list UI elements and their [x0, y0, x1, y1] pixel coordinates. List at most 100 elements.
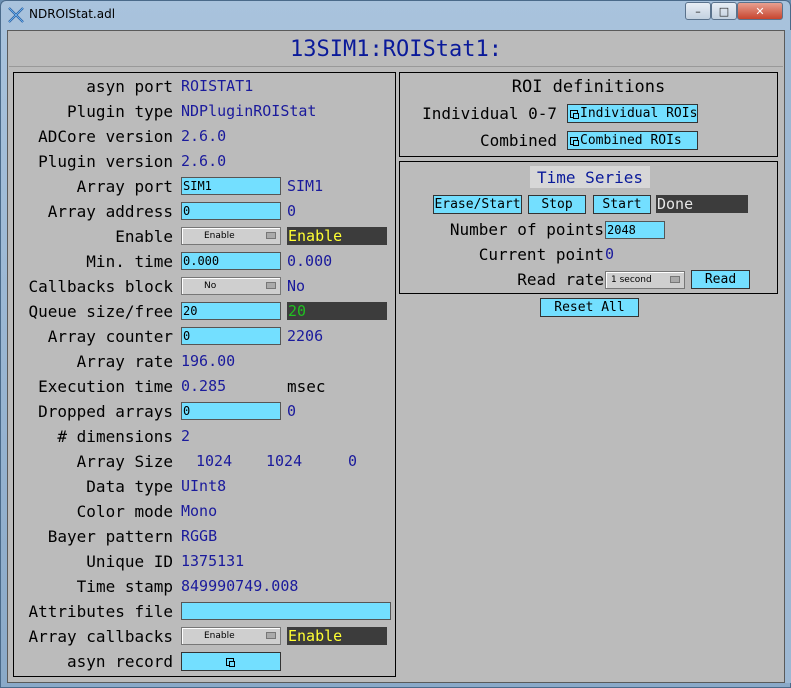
individual-rois-button[interactable]: Individual ROIs — [567, 104, 698, 123]
bayer-pattern-value: RGGB — [181, 527, 218, 545]
array-size-z: 0 — [348, 452, 358, 470]
plugin-version-value: 2.6.0 — [181, 152, 227, 170]
roi-definitions-panel: ROI definitions Individual 0-7 Individua… — [399, 72, 778, 157]
dropped-arrays-readback: 0 — [287, 402, 297, 420]
execution-time-value: 0.285 — [181, 377, 227, 395]
queue-size-input[interactable]: 20 — [181, 302, 281, 320]
plugin-info-panel: asyn port ROISTAT1 Plugin type NDPluginR… — [13, 72, 396, 677]
execution-time-unit: msec — [287, 377, 326, 396]
execution-time-label: Execution time — [38, 377, 173, 396]
array-counter-input[interactable]: 0 — [181, 327, 281, 345]
adcore-version-value: 2.6.0 — [181, 127, 227, 145]
queue-free-readback: 20 — [287, 302, 387, 320]
asyn-record-label: asyn record — [67, 652, 173, 671]
start-button[interactable]: Start — [593, 195, 651, 214]
array-callbacks-menu-value: Enable — [204, 631, 235, 641]
menu-arrow-icon — [266, 232, 276, 239]
adcore-version-label: ADCore version — [38, 127, 173, 146]
callbacks-block-menu[interactable]: No — [181, 277, 281, 295]
callbacks-block-menu-value: No — [204, 281, 217, 291]
time-series-status: Done — [656, 195, 748, 213]
menu-arrow-icon — [266, 282, 276, 289]
min-time-input[interactable]: 0.000 — [181, 252, 281, 270]
number-of-points-input[interactable]: 2048 — [605, 221, 665, 239]
number-of-points-label: Number of points — [449, 220, 604, 239]
read-rate-menu-value: 1 second — [611, 275, 652, 285]
array-counter-readback: 2206 — [287, 327, 324, 345]
plugin-type-label: Plugin type — [67, 102, 173, 121]
data-type-value: UInt8 — [181, 477, 227, 495]
dimensions-value: 2 — [181, 427, 191, 445]
attributes-file-input[interactable] — [181, 602, 391, 620]
enable-readback: Enable — [287, 227, 387, 245]
time-series-title: Time Series — [537, 168, 643, 187]
array-port-label: Array port — [76, 177, 173, 196]
reset-all-button[interactable]: Reset All — [540, 298, 639, 317]
time-series-title-box: Time Series — [530, 166, 650, 188]
close-button[interactable]: ✕ — [737, 2, 783, 20]
menu-arrow-icon — [670, 276, 680, 283]
enable-menu[interactable]: Enable — [181, 227, 281, 245]
asyn-port-label: asyn port — [86, 77, 173, 96]
array-port-input[interactable]: SIM1 — [181, 177, 281, 195]
color-mode-value: Mono — [181, 502, 218, 520]
time-series-panel: Time Series Erase/Start Stop Start Done … — [399, 161, 778, 294]
enable-label: Enable — [115, 227, 173, 246]
attributes-file-label: Attributes file — [28, 602, 174, 621]
callbacks-block-readback: No — [287, 277, 306, 295]
asyn-record-button[interactable] — [181, 652, 281, 671]
minimize-icon: – — [695, 4, 701, 18]
page-title: 13SIM1:ROIStat1: — [290, 37, 502, 62]
read-rate-menu[interactable]: 1 second — [605, 271, 685, 289]
combined-rois-button[interactable]: Combined ROIs — [567, 131, 698, 150]
unique-id-value: 1375131 — [181, 552, 245, 570]
array-rate-label: Array rate — [76, 352, 173, 371]
title-bar[interactable]: NDROIStat.adl – □ ✕ — [1, 1, 790, 29]
array-callbacks-readback: Enable — [287, 627, 387, 645]
minimize-button[interactable]: – — [685, 2, 711, 20]
queue-size-label: Queue size/free — [28, 302, 174, 321]
asyn-port-value: ROISTAT1 — [181, 77, 254, 95]
array-callbacks-label: Array callbacks — [28, 627, 174, 646]
window-title: NDROIStat.adl — [29, 7, 116, 21]
read-rate-label: Read rate — [517, 270, 604, 289]
read-button[interactable]: Read — [691, 270, 750, 289]
stop-button[interactable]: Stop — [528, 195, 586, 214]
combined-rois-label: Combined ROIs — [580, 133, 682, 148]
current-point-value: 0 — [605, 245, 615, 263]
close-icon: ✕ — [755, 4, 765, 18]
array-counter-label: Array counter — [47, 327, 173, 346]
array-callbacks-menu[interactable]: Enable — [181, 627, 281, 645]
application-window: NDROIStat.adl – □ ✕ 13SIM1:ROIStat1: asy… — [0, 0, 791, 688]
min-time-readback: 0.000 — [287, 252, 333, 270]
dropped-arrays-label: Dropped arrays — [38, 402, 173, 421]
maximize-icon: □ — [718, 4, 730, 18]
enable-menu-value: Enable — [204, 231, 235, 241]
array-address-readback: 0 — [287, 202, 297, 220]
combined-label: Combined — [479, 131, 557, 150]
header-bar: 13SIM1:ROIStat1: — [9, 32, 783, 67]
min-time-label: Min. time — [86, 252, 173, 271]
plugin-version-label: Plugin version — [38, 152, 173, 171]
menu-arrow-icon — [266, 632, 276, 639]
array-rate-value: 196.00 — [181, 352, 236, 370]
erase-start-button[interactable]: Erase/Start — [433, 195, 522, 214]
current-point-label: Current point — [478, 245, 604, 264]
array-address-label: Array address — [47, 202, 173, 221]
related-display-icon — [570, 136, 579, 146]
data-type-label: Data type — [86, 477, 173, 496]
array-size-y: 1024 — [266, 452, 303, 470]
individual-rois-label: Individual ROIs — [580, 106, 698, 121]
unique-id-label: Unique ID — [86, 552, 173, 571]
maximize-button[interactable]: □ — [711, 2, 737, 20]
time-stamp-label: Time stamp — [76, 577, 173, 596]
related-display-icon — [226, 657, 235, 667]
array-size-x: 1024 — [196, 452, 233, 470]
display-area: 13SIM1:ROIStat1: asyn port ROISTAT1 Plug… — [7, 30, 785, 683]
array-port-readback: SIM1 — [287, 177, 324, 195]
individual-label: Individual 0-7 — [422, 104, 557, 123]
roi-definitions-title: ROI definitions — [511, 77, 666, 97]
bayer-pattern-label: Bayer pattern — [47, 527, 173, 546]
array-address-input[interactable]: 0 — [181, 202, 281, 220]
dropped-arrays-input[interactable]: 0 — [181, 402, 281, 420]
